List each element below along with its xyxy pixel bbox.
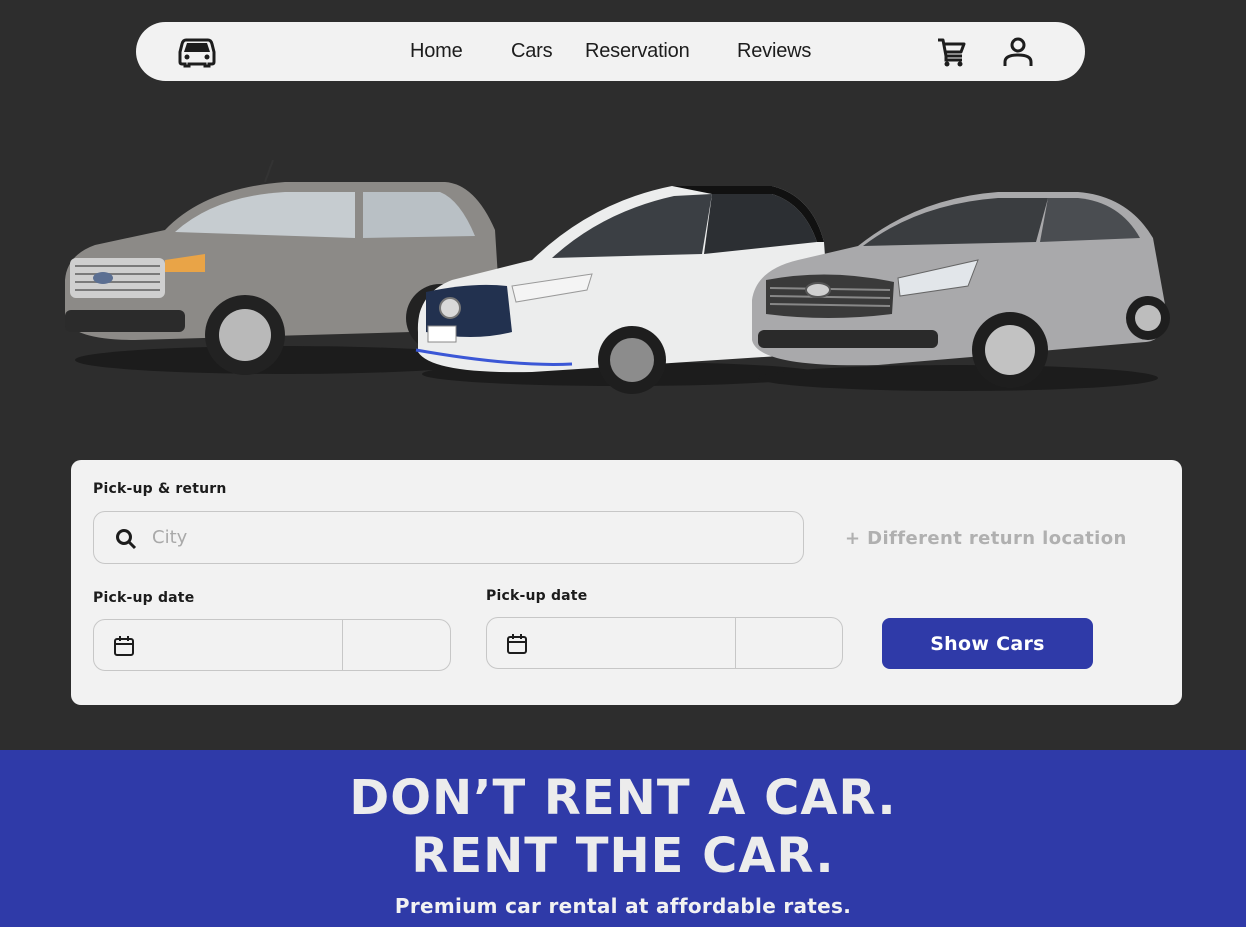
nav-link-reservation[interactable]: Reservation [585, 40, 690, 63]
pickup-date-field[interactable] [93, 619, 451, 671]
date-time-divider [735, 618, 736, 668]
user-icon[interactable] [1001, 35, 1035, 69]
nav-link-reviews[interactable]: Reviews [737, 40, 811, 63]
car-front-icon[interactable] [178, 36, 216, 68]
cart-icon[interactable] [935, 35, 969, 69]
search-panel: Pick-up & return City + Different return… [71, 460, 1182, 705]
show-cars-button[interactable]: Show Cars [882, 618, 1093, 669]
calendar-icon [114, 636, 134, 656]
headline-line-2: RENT THE CAR. [411, 828, 835, 884]
nav-link-home[interactable]: Home [410, 40, 463, 63]
return-date-label: Pick-up date [486, 588, 588, 604]
banner-subtitle: Premium car rental at affordable rates. [394, 894, 852, 918]
date-time-divider [342, 620, 343, 670]
silver-sedan-image [752, 192, 1170, 391]
pickup-date-label: Pick-up date [93, 590, 195, 606]
calendar-icon [507, 634, 527, 654]
return-date-field[interactable] [486, 617, 843, 669]
top-navbar: Home Cars Reservation Reviews [136, 22, 1085, 81]
search-icon [116, 529, 137, 550]
hero-cars [0, 120, 1246, 420]
city-search-input[interactable]: City [93, 511, 804, 564]
city-placeholder: City [152, 527, 188, 548]
headline-line-1: DON’T RENT A CAR. [349, 770, 897, 826]
nav-link-cars[interactable]: Cars [511, 40, 553, 63]
different-return-location-link[interactable]: + Different return location [845, 528, 1127, 549]
promo-banner: DON’T RENT A CAR. RENT THE CAR. Premium … [0, 750, 1246, 927]
pickup-return-label: Pick-up & return [93, 481, 227, 497]
